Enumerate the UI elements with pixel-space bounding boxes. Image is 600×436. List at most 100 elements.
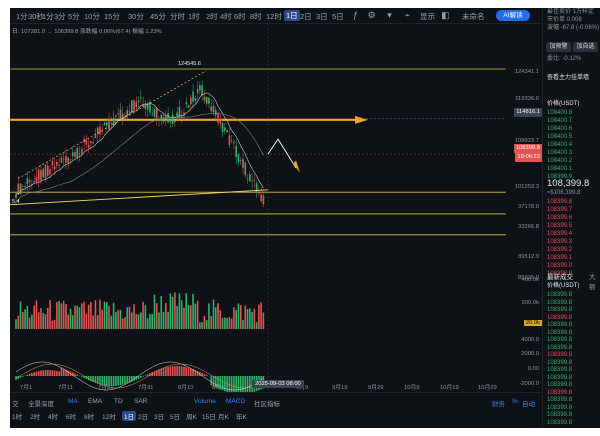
bottom-timeframe-3[interactable]: 6时 bbox=[66, 411, 76, 421]
sub-indicator-0[interactable]: Volume bbox=[194, 398, 216, 405]
bottom-timeframe-5[interactable]: 12时 bbox=[102, 411, 116, 421]
display-button[interactable]: 显示 bbox=[420, 11, 435, 22]
timeframe-13[interactable]: 6时 bbox=[234, 11, 246, 22]
timeframe-10[interactable]: 1时 bbox=[188, 11, 200, 22]
volume-bar bbox=[81, 303, 83, 329]
settings-icon[interactable]: ⚙ bbox=[366, 10, 377, 21]
ask-row[interactable]: 108400.5 bbox=[547, 133, 598, 141]
bid-row[interactable]: 108399.7 bbox=[547, 206, 598, 214]
ask-row[interactable]: 108400.4 bbox=[547, 141, 598, 149]
bottom-timeframe-4[interactable]: 8时 bbox=[84, 411, 94, 421]
bottom-timeframe-0[interactable]: 1时 bbox=[12, 411, 22, 421]
layout-name-dropdown[interactable]: 未命名 bbox=[462, 11, 485, 22]
bid-row[interactable]: 108399.0 bbox=[547, 262, 598, 270]
ask-row[interactable]: 108400.1 bbox=[547, 165, 598, 173]
indicator-1[interactable]: 全景深度 bbox=[28, 398, 54, 408]
scale-option-2[interactable]: 自动 bbox=[522, 398, 535, 408]
timeframe-0[interactable]: 1分 bbox=[16, 11, 28, 22]
volume-bar bbox=[174, 292, 176, 329]
ask-row[interactable]: 108400.2 bbox=[547, 157, 598, 165]
timeframe-18[interactable]: 3日 bbox=[316, 11, 328, 22]
price-chart[interactable]: 5.4 124545.6 bbox=[10, 24, 542, 412]
indicator-3[interactable]: EMA bbox=[88, 398, 102, 405]
price-axis[interactable]: 124341.1119336.6109923.7105016.1101253.3… bbox=[506, 24, 542, 412]
macd-histogram-bar bbox=[40, 370, 42, 376]
countdown-tag: 19:06:23 bbox=[515, 153, 542, 162]
macd-histogram-bar bbox=[42, 370, 45, 376]
ask-row[interactable]: 108400.6 bbox=[547, 125, 598, 133]
bid-row[interactable]: 108399.4 bbox=[547, 230, 598, 238]
volume-bar bbox=[219, 310, 222, 329]
timeframe-4[interactable]: 5分 bbox=[68, 11, 80, 22]
bottom-timeframe-8[interactable]: 3日 bbox=[154, 411, 164, 421]
macd-histogram-bar bbox=[140, 376, 142, 378]
ai-analysis-button[interactable]: AI解读 bbox=[496, 10, 530, 21]
timeframe-3[interactable]: 3分 bbox=[54, 11, 66, 22]
volume-bar bbox=[162, 311, 165, 329]
macd-histogram-bar bbox=[76, 374, 79, 376]
bottom-timeframe-11[interactable]: 15日 bbox=[202, 411, 216, 421]
candle-body bbox=[119, 109, 122, 119]
timeframe-12[interactable]: 4时 bbox=[220, 11, 232, 22]
bottom-timeframe-7[interactable]: 2日 bbox=[138, 411, 148, 421]
scale-option-1[interactable]: % bbox=[512, 398, 518, 405]
sub-indicator-2[interactable]: 社区指标 bbox=[254, 398, 280, 408]
tab-latest-trades[interactable]: 最新成交 bbox=[547, 271, 573, 281]
timeframe-9[interactable]: 分时 bbox=[170, 11, 185, 22]
indicator-0[interactable]: 交 bbox=[12, 398, 19, 408]
forecast-path[interactable] bbox=[267, 138, 297, 169]
bid-row[interactable]: 108399.6 bbox=[547, 214, 598, 222]
indicator-4[interactable]: TD bbox=[114, 398, 123, 405]
macd-tick: 0.00 bbox=[527, 366, 539, 372]
timeframe-11[interactable]: 2时 bbox=[206, 11, 218, 22]
add-watchlist-button[interactable]: 加自选 bbox=[573, 42, 598, 52]
sub-indicator-1[interactable]: MACD bbox=[226, 398, 245, 405]
timeframe-15[interactable]: 12时 bbox=[266, 11, 282, 22]
indicator-icon[interactable]: ƒ bbox=[350, 10, 361, 21]
candle-body bbox=[244, 162, 247, 176]
candle-body bbox=[60, 157, 63, 163]
timeframe-8[interactable]: 45分 bbox=[150, 11, 166, 22]
add-alert-button[interactable]: 加预警 bbox=[546, 42, 571, 52]
candle-body bbox=[196, 88, 199, 94]
bid-row[interactable]: 108399.5 bbox=[547, 222, 598, 230]
compare-icon[interactable]: ⌁ bbox=[402, 10, 413, 21]
timeframe-14[interactable]: 8时 bbox=[250, 11, 262, 22]
bottom-timeframe-1[interactable]: 2时 bbox=[30, 411, 40, 421]
indicator-2[interactable]: MA bbox=[68, 398, 78, 405]
bottom-timeframe-9[interactable]: 5日 bbox=[170, 411, 180, 421]
trendline[interactable] bbox=[17, 70, 207, 179]
bottom-timeframe-12[interactable]: 月K bbox=[218, 411, 229, 421]
scale-option-0[interactable]: 财务 bbox=[492, 398, 505, 408]
timeframe-7[interactable]: 30分 bbox=[128, 11, 144, 22]
bid-row[interactable]: 108399.2 bbox=[547, 246, 598, 254]
orderbook-wall-link[interactable]: 查看主力挂单墙 bbox=[547, 74, 598, 82]
ask-row[interactable]: 108400.7 bbox=[547, 117, 598, 125]
bid-row[interactable]: 108399.8 bbox=[547, 198, 598, 206]
volume-bar bbox=[58, 300, 60, 329]
timeframe-17[interactable]: 2日 bbox=[300, 11, 312, 22]
screenshot-icon[interactable]: ◧ bbox=[440, 10, 451, 21]
bottom-timeframe-2[interactable]: 4时 bbox=[48, 411, 58, 421]
chevron-down-icon[interactable]: ▾ bbox=[384, 10, 395, 21]
volume-bar bbox=[169, 293, 172, 329]
ask-row[interactable]: 108400.8 bbox=[547, 109, 598, 117]
current-price-tag[interactable]: 108399.8 bbox=[513, 144, 542, 153]
bottom-toolbar: 交全景深度 MA EMA TD SAR Volume MACD 社区指标 1时 2时 4时 6时 8时 1… bbox=[10, 392, 542, 428]
bid-row[interactable]: 108399.1 bbox=[547, 254, 598, 262]
timeframe-6[interactable]: 15分 bbox=[104, 11, 120, 22]
ask-row[interactable]: 108400.3 bbox=[547, 149, 598, 157]
bid-row[interactable]: 108399.3 bbox=[547, 238, 598, 246]
volume-bar bbox=[230, 318, 233, 329]
timeframe-5[interactable]: 10分 bbox=[84, 11, 100, 22]
bottom-timeframe-10[interactable]: 周K bbox=[186, 411, 197, 421]
indicator-5[interactable]: SAR bbox=[134, 398, 147, 405]
volume-bar bbox=[124, 317, 126, 329]
timeframe-19[interactable]: 5日 bbox=[332, 11, 344, 22]
timeframe-16[interactable]: 1日 bbox=[284, 10, 300, 21]
bottom-timeframe-6[interactable]: 1日 bbox=[122, 411, 137, 421]
candle-body bbox=[58, 164, 60, 166]
price-tick: 97178.0 bbox=[518, 204, 539, 210]
timeframe-2[interactable]: 1分 bbox=[42, 11, 54, 22]
bottom-timeframe-13[interactable]: 年K bbox=[236, 411, 247, 421]
